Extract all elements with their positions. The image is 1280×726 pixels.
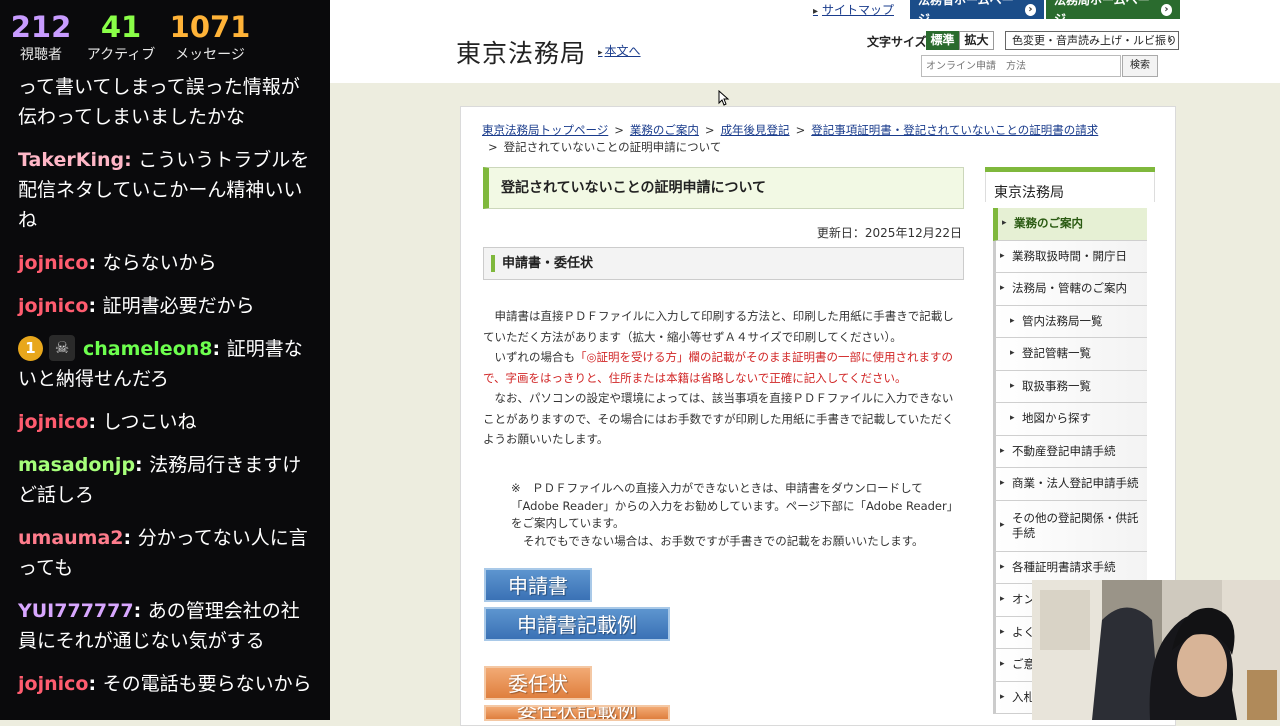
- accessibility-button[interactable]: 色変更・音声読み上げ・ルビ振り: [1005, 31, 1179, 50]
- chat-text: ならないから: [102, 252, 217, 274]
- font-size-label: 文字サイズ: [867, 35, 927, 49]
- chat-username: jojnico: [18, 411, 89, 433]
- note-paragraph: それでもできない場合は、お手数ですが手書きでの記載をお願いいたします。: [523, 533, 924, 548]
- viewer-label: 視聴者: [20, 47, 62, 63]
- stream-chat-panel: 212 視聴者 41 アクティブ 1071 メッセージ って書いてしまって誤った…: [0, 0, 330, 720]
- search-input[interactable]: [921, 55, 1121, 77]
- page-title: 登記されていないことの証明申請について: [483, 167, 964, 209]
- breadcrumb-link[interactable]: 登記事項証明書・登記されていないことの証明書の請求: [811, 123, 1098, 137]
- chat-message: umauma2: 分かってない人に言っても: [18, 527, 308, 579]
- stream-stats: 212 視聴者 41 アクティブ 1071 メッセージ: [0, 0, 330, 70]
- body-text: 申請書は直接ＰＤＦファイルに入力して印刷する方法と、印刷した用紙に手書きで記載し…: [483, 306, 961, 450]
- chat-username: YUI777777: [18, 600, 134, 622]
- application-example-button[interactable]: 申請書記載例: [484, 607, 670, 641]
- chat-username: jojnico: [18, 252, 89, 274]
- nav-item-other-registration[interactable]: その他の登記関係・供託手続: [993, 500, 1147, 552]
- chat-username: chameleon8: [83, 338, 213, 360]
- nav-item-hours[interactable]: 業務取扱時間・開庁日: [993, 240, 1147, 273]
- chat-text: って書いてしまって誤った情報が伝わってしまいましたかな: [18, 76, 300, 128]
- chat-message: って書いてしまって誤った情報が伝わってしまいましたかな: [0, 70, 330, 141]
- nav-item-map[interactable]: 地図から探す: [993, 403, 1147, 436]
- chat-message: TakerKing: こういうトラブルを配信ネタしていこかーん精神いいね: [18, 149, 310, 231]
- font-size-large-button[interactable]: 拡大: [959, 31, 994, 50]
- breadcrumb-current: 登記されていないことの証明申請について: [503, 140, 722, 154]
- chat-username: umauma2: [18, 527, 124, 549]
- chat-text: しつこいね: [102, 411, 197, 433]
- breadcrumb-link[interactable]: 成年後見登記: [721, 123, 790, 137]
- chat-message: 1 ☠ chameleon8: 証明書ないと納得せんだろ: [0, 330, 330, 403]
- font-size-standard-button[interactable]: 標準: [926, 31, 959, 50]
- nav-item-jurisdiction[interactable]: 登記管轄一覧: [993, 338, 1147, 371]
- chat-text: その電話も要らないから: [102, 673, 312, 695]
- message-stat: 1071 メッセージ: [160, 10, 260, 70]
- search-button[interactable]: 検索: [1122, 55, 1158, 77]
- proxy-example-button[interactable]: 委任状記載例: [484, 705, 670, 721]
- note-text: ※ ＰＤＦファイルへの直接入力ができないときは、申請書をダウンロードして「Ado…: [511, 480, 961, 550]
- paragraph: なお、パソコンの設定や環境によっては、該当事項を直接ＰＤＦファイルに入力できない…: [483, 391, 954, 446]
- skip-to-content-link[interactable]: 本文へ: [598, 42, 641, 59]
- chat-message: masadonjp: 法務局行きますけど話しろ: [18, 454, 302, 506]
- sitemap-link[interactable]: サイトマップ: [813, 1, 894, 18]
- sidenav-title: 東京法務局: [985, 172, 1155, 202]
- paragraph: 申請書は直接ＰＤＦファイルに入力して印刷する方法と、印刷した用紙に手書きで記載し…: [483, 309, 954, 344]
- chat-message: jojnico: その電話も要らないから: [18, 673, 312, 695]
- breadcrumb: 東京法務局トップページ > 業務のご案内 > 成年後見登記 > 登記事項証明書・登記されてい…: [482, 123, 1099, 154]
- chat-message: jojnico: 証明書必要だから: [18, 295, 255, 317]
- nav-item-commercial[interactable]: 商業・法人登記申請手続: [993, 468, 1147, 501]
- legal-home-label: 法務局ホームページ: [1054, 0, 1150, 26]
- webcam-overlay: [1032, 580, 1280, 720]
- breadcrumb-link[interactable]: 東京法務局トップページ: [482, 123, 608, 137]
- chat-username: masadonjp: [18, 454, 136, 476]
- streamer-camera-image: [1032, 580, 1280, 720]
- site-header: サイトマップ 法務省ホームページ › 法務局ホームページ › 東京法務局 本文へ 文…: [330, 0, 1280, 83]
- update-date: 更新日：2025年12月22日: [816, 226, 962, 240]
- chat-message: jojnico: しつこいね: [18, 411, 197, 433]
- breadcrumb-link[interactable]: 業務のご案内: [630, 123, 699, 137]
- note-paragraph: ※ ＰＤＦファイルへの直接入力ができないときは、申請書をダウンロードして「Ado…: [511, 481, 959, 530]
- section-heading: 申請書・委任状: [483, 247, 964, 280]
- avatar-icon: ☠: [49, 335, 75, 361]
- nav-item-offices[interactable]: 法務局・管轄のご案内: [993, 273, 1147, 306]
- nav-item-business[interactable]: 業務のご案内: [993, 208, 1147, 241]
- nav-item-office-list[interactable]: 管内法務局一覧: [993, 305, 1147, 338]
- chat-username: TakerKing: [18, 149, 125, 171]
- message-count: 1071: [169, 10, 251, 44]
- active-count: 41: [100, 10, 142, 44]
- message-label: メッセージ: [175, 47, 245, 63]
- chevron-right-icon: ›: [1024, 3, 1036, 16]
- nav-item-real-estate[interactable]: 不動産登記申請手続: [993, 435, 1147, 468]
- site-title[interactable]: 東京法務局: [456, 34, 586, 70]
- chat-text: 証明書必要だから: [102, 295, 255, 317]
- chat-username: jojnico: [18, 295, 89, 317]
- active-label: アクティブ: [86, 47, 156, 63]
- chat-username: jojnico: [18, 673, 89, 695]
- paragraph: いずれの場合も「◎証明を受ける方」欄の記載がそのまま証明書の一部に使用されますの…: [483, 350, 954, 385]
- proxy-form-button[interactable]: 委任状: [484, 666, 592, 700]
- nav-item-services[interactable]: 取扱事務一覧: [993, 370, 1147, 403]
- rank-badge-icon: 1: [18, 336, 43, 361]
- chat-message: YUI777777: あの管理会社の社員にそれが通じない気がする: [18, 600, 300, 652]
- chat-message-list: って書いてしまって誤った情報が伝わってしまいましたかな TakerKing: こ…: [0, 70, 330, 708]
- moj-home-button[interactable]: 法務省ホームページ ›: [910, 0, 1044, 26]
- header-utility-nav: サイトマップ 法務省ホームページ › 法務局ホームページ ›: [813, 0, 1180, 26]
- chevron-right-icon: ›: [1160, 3, 1172, 16]
- chat-message: jojnico: ならないから: [18, 252, 217, 274]
- legal-affairs-home-button[interactable]: 法務局ホームページ ›: [1046, 0, 1180, 26]
- viewer-count: 212: [10, 10, 72, 44]
- application-form-button[interactable]: 申請書: [484, 568, 592, 602]
- moj-home-label: 法務省ホームページ: [918, 0, 1014, 26]
- viewer-stat: 212 視聴者: [0, 10, 82, 70]
- active-stat: 41 アクティブ: [82, 10, 160, 70]
- mouse-cursor-icon: [718, 90, 730, 106]
